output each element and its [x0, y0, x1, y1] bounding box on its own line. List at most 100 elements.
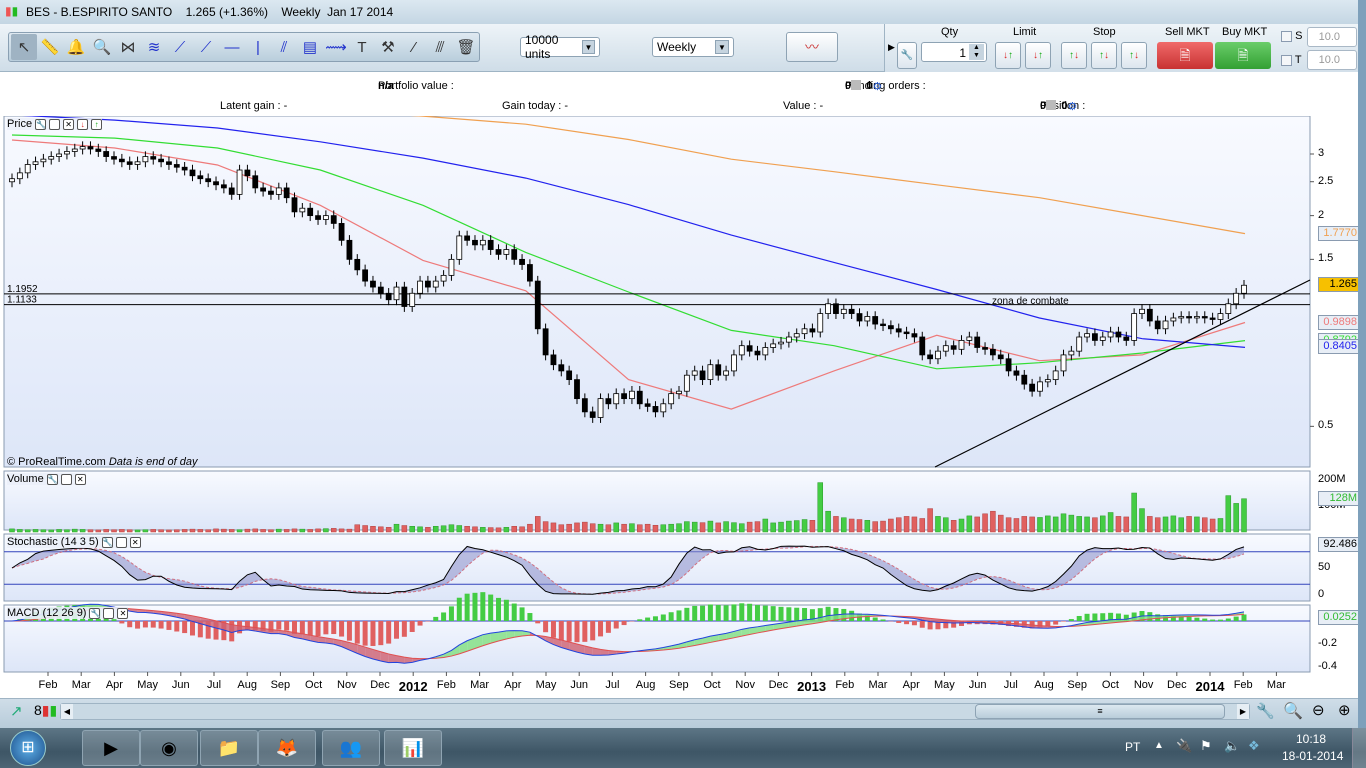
- macd-panel-title: MACD (12 26 9): [7, 607, 87, 619]
- price-panel[interactable]: [3, 116, 1311, 468]
- stop-button-2[interactable]: ↑↓: [1091, 42, 1117, 69]
- alarm-bell-icon[interactable]: 🔔: [63, 34, 89, 60]
- volume-icon[interactable]: 🔈: [1224, 738, 1240, 754]
- window-icon[interactable]: [115, 536, 127, 548]
- order-settings-button[interactable]: 🔧: [897, 42, 917, 69]
- close-icon[interactable]: ✕: [117, 607, 129, 619]
- parallel-channel-icon[interactable]: ⫽: [271, 34, 297, 60]
- horizontal-scrollbar[interactable]: ◀ ≡ ▶: [60, 703, 1250, 720]
- volume-panel[interactable]: [3, 470, 1311, 531]
- point-icon[interactable]: ⁄: [401, 34, 427, 60]
- tray-expand-icon[interactable]: ▲: [1154, 740, 1164, 751]
- buy-mkt-button[interactable]: 🗎: [1215, 42, 1271, 69]
- candle-down: [362, 269, 369, 282]
- clock-date[interactable]: 18-01-2014: [1282, 749, 1343, 763]
- half-line-icon[interactable]: ⫻: [427, 34, 453, 60]
- macd-histogram-bar: [621, 621, 627, 626]
- zoom-out-icon[interactable]: ⊖: [1312, 701, 1325, 719]
- move-up-icon[interactable]: ↑: [91, 118, 103, 130]
- chrome-icon[interactable]: ◉: [140, 730, 198, 766]
- line-icon[interactable]: ⟋: [193, 34, 219, 60]
- scroll-left-icon[interactable]: ◀: [61, 704, 73, 719]
- collapse-arrow-icon[interactable]: ▶: [888, 42, 895, 53]
- scroll-right-icon[interactable]: ▶: [1237, 704, 1249, 719]
- window-icon[interactable]: [60, 473, 72, 485]
- window-icon[interactable]: [49, 118, 61, 130]
- regression-channel-icon[interactable]: ▤: [297, 34, 323, 60]
- trash-icon[interactable]: 🗑: [453, 34, 479, 60]
- macd-histogram-bar: [558, 621, 564, 641]
- indicators-button[interactable]: 〰: [786, 32, 838, 62]
- macd-panel[interactable]: [3, 604, 1311, 673]
- limit-buy-button[interactable]: ↓↑: [995, 42, 1021, 69]
- units-dropdown[interactable]: 10000 units ▼: [520, 33, 600, 61]
- t-checkbox[interactable]: [1281, 54, 1292, 66]
- show-desktop-button[interactable]: [1352, 728, 1366, 768]
- horizontal-line-icon[interactable]: —: [219, 34, 245, 60]
- action-center-flag-icon[interactable]: ⚑: [1200, 738, 1212, 754]
- close-position-icon[interactable]: [1046, 100, 1057, 110]
- wrench-icon[interactable]: 🔧: [35, 118, 47, 130]
- candle-down: [377, 286, 384, 294]
- stop-button-1[interactable]: ↑↓: [1061, 42, 1087, 69]
- stochastic-panel[interactable]: [3, 533, 1311, 602]
- windows-logo-icon: ⊞: [21, 739, 35, 756]
- volume-bar: [872, 521, 878, 533]
- dropbox-icon[interactable]: ❖: [1248, 738, 1260, 754]
- pointer-icon[interactable]: ↖: [11, 34, 37, 60]
- move-down-icon[interactable]: ↓: [77, 118, 89, 130]
- chart-settings-icon[interactable]: 🔧: [1256, 702, 1275, 720]
- close-icon[interactable]: ✕: [74, 473, 86, 485]
- candle-down: [401, 286, 408, 307]
- chart-type-icon[interactable]: ↗: [10, 702, 23, 720]
- prorealtime-icon[interactable]: 📊: [384, 730, 442, 766]
- messenger-icon[interactable]: 👥: [322, 730, 380, 766]
- clock-time[interactable]: 10:18: [1296, 732, 1326, 746]
- t-value-input[interactable]: 10.0: [1307, 50, 1357, 70]
- firefox-icon[interactable]: 🦊: [258, 730, 316, 766]
- gears-icon[interactable]: ⚙: [1068, 100, 1078, 113]
- network-icon[interactable]: 🔌: [1176, 738, 1192, 754]
- s-checkbox[interactable]: [1281, 30, 1292, 42]
- stop-button-3[interactable]: ↑↓: [1121, 42, 1147, 69]
- media-player-icon[interactable]: ▶: [82, 730, 140, 766]
- zoom-in-icon[interactable]: ⊕: [1338, 701, 1351, 719]
- gears-icon[interactable]: ⚙: [873, 80, 883, 93]
- wrench-icon[interactable]: 🔧: [89, 607, 101, 619]
- ruler-icon[interactable]: 📏: [37, 34, 63, 60]
- sell-mkt-button[interactable]: 🗎: [1157, 42, 1213, 69]
- scroll-thumb[interactable]: ≡: [975, 704, 1225, 719]
- properties-tools-icon[interactable]: ⚒: [375, 34, 401, 60]
- text-icon[interactable]: T: [349, 34, 375, 60]
- explorer-folder-icon[interactable]: 📁: [200, 730, 258, 766]
- trend-channel-icon[interactable]: ⟿: [323, 34, 349, 60]
- close-icon[interactable]: ✕: [63, 118, 75, 130]
- chart-area[interactable]: 1.1952 1.1133 Price 🔧 ✕ ↓ ↑ Volume 🔧 ✕ Stochast…: [0, 116, 1360, 698]
- close-icon[interactable]: ✕: [129, 536, 141, 548]
- auto-zoom-icon[interactable]: 🔍: [1283, 701, 1303, 721]
- macd-histogram-bar: [1068, 619, 1074, 621]
- cancel-orders-icon[interactable]: [851, 80, 862, 90]
- s-value-input[interactable]: 10.0: [1307, 27, 1357, 47]
- volume-bar: [1037, 517, 1043, 533]
- language-indicator[interactable]: PT: [1125, 740, 1140, 754]
- candle-down: [903, 331, 910, 335]
- candlestick-style-icon[interactable]: 8▮▮: [34, 702, 57, 719]
- segment-icon[interactable]: ⟋: [167, 34, 193, 60]
- window-icon[interactable]: [103, 607, 115, 619]
- wrench-icon[interactable]: 🔧: [101, 536, 113, 548]
- vertical-line-icon[interactable]: |: [245, 34, 271, 60]
- macd-histogram-bar: [307, 621, 313, 636]
- wrench-icon[interactable]: 🔧: [46, 473, 58, 485]
- fibonacci-fan-icon[interactable]: ⋈: [115, 34, 141, 60]
- volume-bar: [150, 529, 156, 533]
- fibonacci-retracement-icon[interactable]: ≋: [141, 34, 167, 60]
- chart-svg: 1.19521.1133: [0, 116, 1358, 698]
- start-button[interactable]: ⊞: [10, 730, 46, 766]
- candle-up: [942, 345, 949, 352]
- period-dropdown[interactable]: Weekly ▼: [652, 37, 734, 57]
- limit-sell-button[interactable]: ↓↑: [1025, 42, 1051, 69]
- zoom-icon[interactable]: 🔍: [89, 34, 115, 60]
- qty-input[interactable]: 1 ▲ ▼: [921, 42, 987, 62]
- qty-spinner[interactable]: ▲ ▼: [969, 44, 984, 60]
